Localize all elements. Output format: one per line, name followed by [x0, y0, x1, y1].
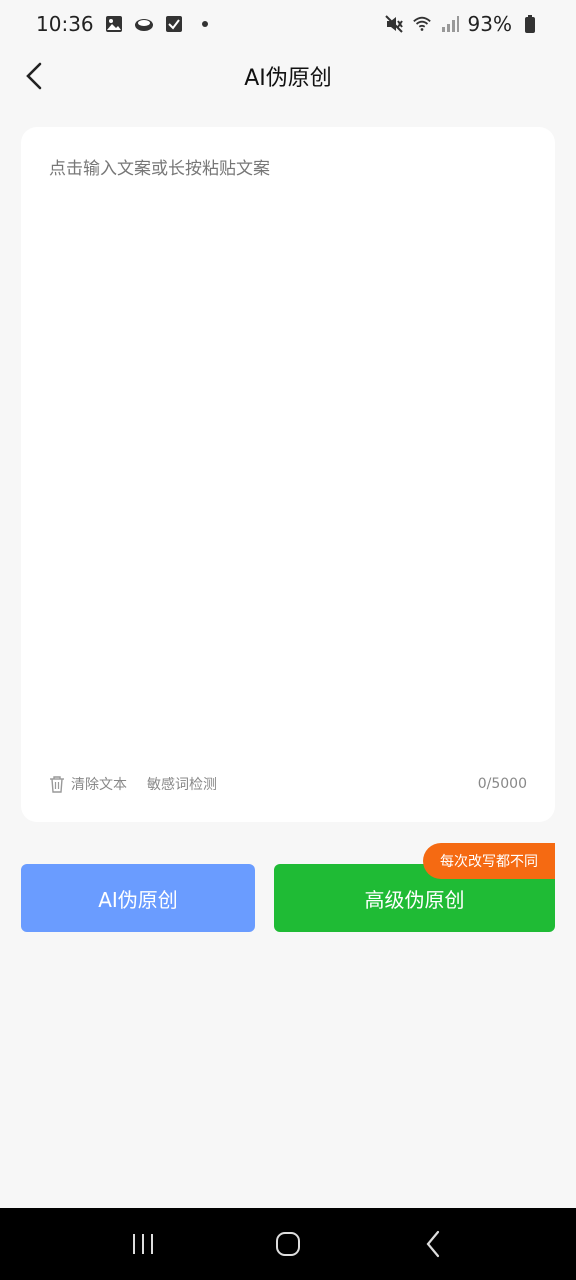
system-back-button[interactable]	[409, 1220, 457, 1268]
status-right: 93%	[384, 12, 540, 36]
gallery-icon	[104, 14, 124, 34]
ai-rewrite-label: AI伪原创	[98, 887, 178, 912]
advanced-rewrite-label: 高级伪原创	[364, 887, 465, 912]
recent-apps-button[interactable]	[119, 1220, 167, 1268]
clear-text-button[interactable]: 清除文本	[49, 774, 127, 794]
editor-footer: 清除文本 敏感词检测 0/5000	[49, 772, 527, 796]
system-nav-bar	[0, 1208, 576, 1280]
sensitive-word-check-button[interactable]: 敏感词检测	[147, 774, 217, 794]
char-count: 0/5000	[477, 776, 527, 792]
back-button[interactable]	[14, 56, 54, 96]
status-time: 10:36	[36, 12, 94, 36]
battery-icon	[520, 14, 540, 34]
ai-rewrite-button[interactable]: AI伪原创	[21, 864, 255, 932]
clear-text-label: 清除文本	[71, 777, 127, 793]
trash-icon	[50, 776, 64, 793]
editor-card: 清除文本 敏感词检测 0/5000	[21, 127, 555, 822]
back-arrow-icon	[26, 62, 42, 90]
recent-apps-icon	[132, 1234, 153, 1254]
status-left: 10:36	[36, 12, 208, 36]
status-bar: 10:36 93%	[0, 0, 576, 48]
home-icon	[275, 1232, 300, 1256]
signal-icon	[440, 14, 460, 34]
sensitive-word-check-label: 敏感词检测	[147, 777, 217, 793]
home-button[interactable]	[264, 1220, 312, 1268]
cloud-icon	[134, 14, 154, 34]
text-input[interactable]	[49, 155, 527, 735]
advanced-rewrite-badge: 每次改写都不同	[423, 843, 555, 879]
page-title: AI伪原创	[244, 66, 332, 91]
nav-bar: AI伪原创	[0, 48, 576, 104]
wifi-icon	[412, 14, 432, 34]
checkbox-icon	[164, 14, 184, 34]
notification-dot	[201, 21, 208, 27]
system-back-icon	[426, 1230, 440, 1258]
mute-icon	[384, 14, 404, 34]
battery-percent: 93%	[467, 12, 512, 36]
